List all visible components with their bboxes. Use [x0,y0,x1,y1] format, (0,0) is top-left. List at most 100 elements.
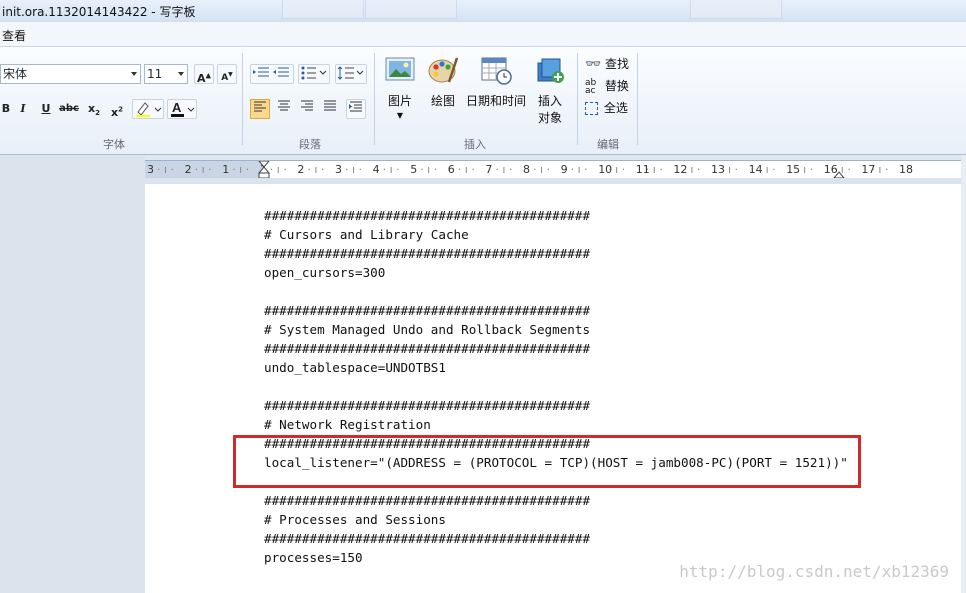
insert-object-button[interactable]: 插入 对象 [532,55,568,126]
ruler-tick: · ı · [608,163,626,176]
ruler-tick: · ı · [232,163,250,176]
ruler-number: 9 [560,163,568,176]
picture-icon [385,57,415,81]
document-line[interactable]: processes=150 [264,550,363,565]
ruler-tick: · ı · [721,163,739,176]
datetime-label: 日期和时间 [465,94,526,108]
document-line[interactable]: ########################################… [264,531,590,546]
underline-button[interactable]: U [36,99,56,119]
underline-icon: U [41,102,51,115]
picture-label: 图片 [387,94,412,108]
font-name-combo[interactable]: 宋体 [0,64,141,84]
document-line[interactable]: # System Managed Undo and Rollback Segme… [264,322,590,337]
ruler-tick: · ı · [345,163,363,176]
indent-icon [253,67,289,77]
strikethrough-button[interactable]: abc [59,99,79,119]
document-line[interactable]: undo_tablespace=UNDOTBS1 [264,360,446,375]
ruler-number: 2 [297,163,305,176]
find-button[interactable]: 👓 查找 [585,55,629,72]
document-line[interactable]: open_cursors=300 [264,265,385,280]
align-right-button[interactable] [297,99,317,119]
vertical-scrollbar[interactable] [961,155,966,593]
insert-group-label: 插入 [464,138,486,151]
indent-marker-icon[interactable] [257,161,271,179]
left-margin-area [0,155,145,593]
document-line[interactable]: # Cursors and Library Cache [264,227,469,242]
document-line[interactable]: ########################################… [264,493,590,508]
grow-font-button[interactable]: A▲ [194,64,214,85]
ruler-number: 5 [410,163,418,176]
justify-icon [324,100,336,111]
background-tab [690,0,782,19]
ruler-number: 18 [899,163,913,176]
group-separator [577,53,578,145]
paragraph-icon [349,101,362,112]
ruler[interactable]: 3· ı ·2· ı ·1· ı ·1· ı ·2· ı ·3· ı ·4· ı… [145,160,961,180]
insert-datetime-button[interactable]: 日期和时间 [464,55,528,109]
font-color-icon: A [171,100,195,117]
highlighter-icon [136,102,162,117]
watermark: http://blog.csdn.net/xb12369 [679,562,949,581]
ruler-number: 8 [523,163,530,176]
superscript-button[interactable]: x2 [107,99,127,119]
superscript-icon: x2 [111,105,123,119]
font-size-combo[interactable]: 11 [144,64,188,84]
align-left-icon [254,101,266,112]
menu-view[interactable]: 查看 [2,27,26,44]
list-button[interactable] [298,64,330,84]
insert-picture-button[interactable]: 图片 ▼ [382,55,418,120]
italic-icon: I [20,102,26,115]
document-line[interactable]: ########################################… [264,246,590,261]
highlight-color-button[interactable] [132,99,164,119]
chevron-down-icon [131,72,137,76]
chevron-down-icon [178,72,184,76]
font-group-label: 字体 [103,138,125,151]
ruler-number: 4 [372,163,380,176]
ruler-tick: · ı · [570,163,588,176]
ruler-tick: · ı · [871,163,889,176]
bullet-list-icon [301,66,327,80]
edit-group-label: 编辑 [597,138,619,151]
document-page[interactable]: ########################################… [145,184,961,593]
svg-text:A: A [172,100,182,115]
background-tab [365,0,457,19]
calendar-clock-icon [481,57,512,85]
ruler-tick: · ı · [382,163,400,176]
font-color-button[interactable]: A [167,99,197,119]
indent-buttons[interactable] [250,64,294,84]
ruler-tick: · ı · [645,163,663,176]
paint-drawing-button[interactable]: 绘图 [426,55,460,109]
select-all-button[interactable]: 全选 [585,99,628,116]
paragraph-settings-button[interactable] [346,99,366,119]
find-label: 查找 [605,57,630,71]
insert-object-icon [537,58,564,83]
subscript-button[interactable]: x2 [84,99,104,119]
title-bar: init.ora.1132014143422 - 写字板 [0,0,966,23]
align-right-icon [301,100,313,111]
align-center-button[interactable] [274,99,294,119]
ruler-tick: · ı · [457,163,475,176]
document-line[interactable]: # Network Registration [264,417,431,432]
ruler-tick: · ı · [758,163,776,176]
italic-button[interactable]: I [13,99,33,119]
document-line[interactable]: ########################################… [264,341,590,356]
paint-label: 绘图 [430,94,455,108]
replace-label: 替换 [604,79,629,93]
font-size-value: 11 [147,67,163,81]
replace-button[interactable]: ab ac 替换 [585,77,629,95]
shrink-font-button[interactable]: A▼ [217,64,237,84]
document-line[interactable]: ########################################… [264,208,590,223]
document-line[interactable]: ########################################… [264,303,590,318]
document-line[interactable]: ########################################… [264,398,590,413]
select-all-icon [585,102,598,115]
paint-palette-icon [428,57,459,83]
window-title: init.ora.1132014143422 - 写字板 [2,5,196,19]
ruler-number: 1 [222,163,230,176]
align-left-button[interactable] [250,99,270,119]
ruler-tick: · ı · [307,163,325,176]
line-spacing-button[interactable] [335,64,367,84]
justify-button[interactable] [320,99,340,119]
bold-icon: B [1,102,11,115]
ruler-tick: · ı · [495,163,513,176]
document-line[interactable]: # Processes and Sessions [264,512,446,527]
